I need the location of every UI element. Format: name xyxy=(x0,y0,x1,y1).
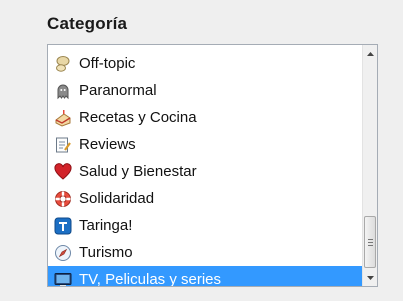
arrow-up-icon xyxy=(367,51,374,56)
list-item-label: Reviews xyxy=(79,136,136,153)
category-heading: Categoría xyxy=(47,14,128,33)
comment-icon xyxy=(54,55,72,73)
list-item-paranormal[interactable]: Paranormal xyxy=(48,77,364,104)
ghost-icon xyxy=(54,82,72,100)
cake-icon xyxy=(54,109,72,127)
scrollbar-thumb[interactable] xyxy=(364,216,376,268)
arrow-down-icon xyxy=(367,275,374,280)
grip-line xyxy=(368,242,373,243)
compass-icon xyxy=(54,244,72,262)
list-item-recetas[interactable]: Recetas y Cocina xyxy=(48,104,364,131)
list-item-label: Solidaridad xyxy=(79,190,155,207)
list-item-solidaridad[interactable]: Solidaridad xyxy=(48,185,364,212)
list-item-label: Taringa! xyxy=(79,217,133,234)
list-item-off-topic[interactable]: Off-topic xyxy=(48,50,364,77)
list-item-tv[interactable]: TV, Peliculas y series xyxy=(48,266,364,287)
scroll-up-button[interactable] xyxy=(363,45,377,62)
list-item-label: Turismo xyxy=(79,244,133,261)
list-item-label: Off-topic xyxy=(79,55,136,72)
list-item-label: Salud y Bienestar xyxy=(79,163,197,180)
scroll-down-button[interactable] xyxy=(363,269,377,286)
list-item-label: Recetas y Cocina xyxy=(79,109,197,126)
grip-line xyxy=(368,239,373,240)
list-item-label: TV, Peliculas y series xyxy=(79,271,222,287)
review-icon xyxy=(54,136,72,154)
list-item-taringa[interactable]: Taringa! xyxy=(48,212,364,239)
list-item-label: Paranormal xyxy=(79,82,157,99)
grip-line xyxy=(368,245,373,246)
category-listbox[interactable]: Off-topic Paranormal Recetas y Cocina Re… xyxy=(47,44,378,287)
list-item-turismo[interactable]: Turismo xyxy=(48,239,364,266)
monitor-icon xyxy=(54,271,72,286)
list-item-reviews[interactable]: Reviews xyxy=(48,131,364,158)
vertical-scrollbar[interactable] xyxy=(362,45,377,286)
taringa-icon xyxy=(54,217,72,235)
list-item-salud[interactable]: Salud y Bienestar xyxy=(48,158,364,185)
lifebuoy-icon xyxy=(54,190,72,208)
heart-icon xyxy=(54,162,72,181)
